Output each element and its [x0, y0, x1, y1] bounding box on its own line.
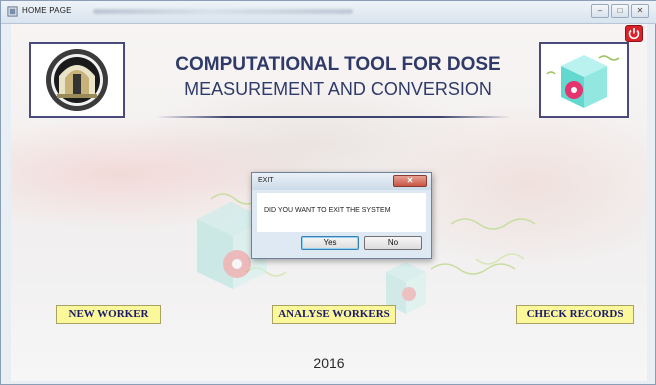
dialog-title-bar[interactable]: EXIT ✕: [252, 173, 431, 190]
app-title-line-1: COMPUTATIONAL TOOL FOR DOSE: [175, 54, 501, 75]
power-button[interactable]: [625, 25, 643, 42]
app-icon: [7, 6, 18, 17]
radiation-cube-icon: [546, 55, 620, 108]
header: COMPUTATIONAL TOOL FOR DOSE MEASUREMENT …: [11, 24, 647, 120]
dialog-body: DID YOU WANT TO EXIT THE SYSTEM: [257, 193, 426, 232]
dialog-close-button[interactable]: ✕: [393, 175, 427, 187]
window-title: HOME PAGE: [22, 6, 72, 15]
exit-dialog: EXIT ✕ DID YOU WANT TO EXIT THE SYSTEM Y…: [251, 172, 432, 259]
check-records-button[interactable]: CHECK RECORDS: [516, 305, 634, 324]
app-title-line-2: MEASUREMENT AND CONVERSION: [184, 79, 492, 99]
window-controls: – □ ✕: [591, 4, 649, 18]
radiation-logo-frame: [539, 42, 629, 118]
year-label: 2016: [313, 355, 345, 371]
dialog-title: EXIT: [258, 177, 274, 184]
no-button[interactable]: No: [364, 236, 422, 250]
home-page-window: HOME PAGE – □ ✕ COMPUTATIONAL TOOL FOR D…: [0, 0, 656, 385]
new-worker-button[interactable]: NEW WORKER: [56, 305, 161, 324]
maximize-button[interactable]: □: [611, 4, 629, 18]
title-divider: [156, 116, 511, 118]
title-bar[interactable]: HOME PAGE – □ ✕: [1, 1, 656, 24]
university-logo-frame: [29, 42, 125, 118]
blurred-taskbar-text: [93, 9, 353, 14]
power-icon: [628, 28, 640, 40]
university-crest-icon: [46, 49, 108, 111]
dialog-message: DID YOU WANT TO EXIT THE SYSTEM: [264, 207, 391, 214]
analyse-workers-button[interactable]: ANALYSE WORKERS: [272, 305, 396, 324]
minimize-button[interactable]: –: [591, 4, 609, 18]
yes-button[interactable]: Yes: [301, 236, 359, 250]
close-button[interactable]: ✕: [631, 4, 649, 18]
